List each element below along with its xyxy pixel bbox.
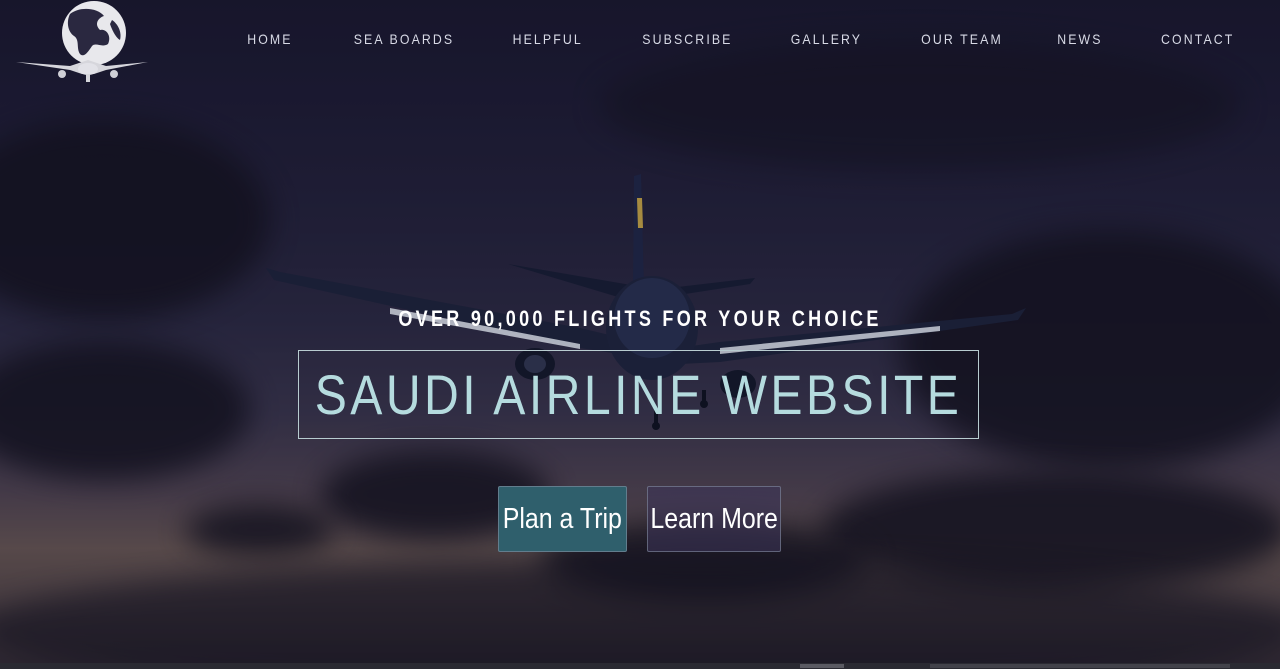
globe-airplane-logo-icon[interactable] [14,0,149,86]
hero-tagline: OVER 90,000 FLIGHTS FOR YOUR CHOICE [398,306,882,331]
hero-title-box: SAUDI AIRLINE WEBSITE [298,350,979,439]
horizontal-scrollbar[interactable] [0,663,1280,669]
plan-trip-label: Plan a Trip [502,502,623,535]
nav-item-home[interactable]: HOME [247,31,292,47]
hero-section: HOME SEA BOARDS HELPFUL SUBSCRIBE GALLER… [0,0,1280,669]
learn-more-label: Learn More [650,502,778,535]
nav-item-subscribe[interactable]: SUBSCRIBE [643,31,733,47]
scrollbar-segment [800,664,844,668]
nav-item-news[interactable]: NEWS [1057,31,1102,47]
learn-more-button[interactable]: Learn More [647,486,781,552]
hero-title: SAUDI AIRLINE WEBSITE [314,363,963,426]
nav-item-helpful[interactable]: HELPFUL [512,31,582,47]
nav-item-our-team[interactable]: OUR TEAM [921,31,1003,47]
nav-item-gallery[interactable]: GALLERY [791,31,862,47]
main-nav: HOME SEA BOARDS HELPFUL SUBSCRIBE GALLER… [193,31,1234,47]
scrollbar-segment [930,664,1230,668]
plan-trip-button[interactable]: Plan a Trip [498,486,627,552]
nav-item-contact[interactable]: CONTACT [1161,31,1234,47]
nav-item-sea-boards[interactable]: SEA BOARDS [354,31,455,47]
